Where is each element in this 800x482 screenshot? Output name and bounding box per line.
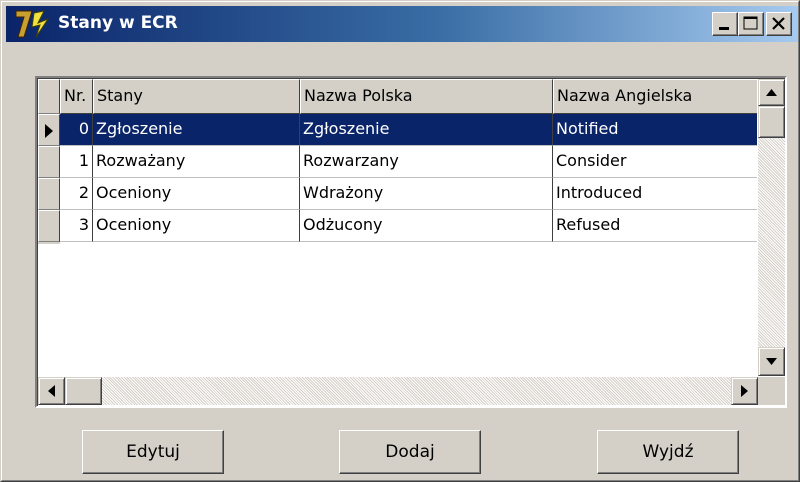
cell-nr[interactable]: 2 [60, 178, 93, 210]
row-indicator[interactable] [38, 210, 60, 242]
column-header-nazwa-angielska[interactable]: Nazwa Angielska [553, 79, 757, 114]
cell-stany[interactable]: Zgłoszenie [93, 114, 300, 146]
title-bar[interactable]: Stany w ECR [6, 6, 798, 42]
arrow-up-icon [766, 89, 777, 96]
cell-nazwa-angielska[interactable]: Refused [553, 210, 757, 242]
close-icon [772, 17, 785, 30]
indicator-header [38, 79, 60, 114]
maximize-button[interactable] [738, 12, 764, 36]
cell-nr[interactable]: 0 [60, 114, 93, 146]
column-header-nr[interactable]: Nr. [60, 79, 93, 114]
cell-nr[interactable]: 1 [60, 146, 93, 178]
cell-nazwa-polska[interactable]: Odżucony [300, 210, 553, 242]
scroll-up-button[interactable] [758, 79, 785, 106]
arrow-right-icon [741, 385, 748, 397]
cell-stany[interactable]: Rozważany [93, 146, 300, 178]
cell-nazwa-polska[interactable]: Wdrażony [300, 178, 553, 210]
scroll-left-button[interactable] [38, 377, 65, 405]
cell-nazwa-angielska[interactable]: Consider [553, 146, 757, 178]
cell-nazwa-angielska[interactable]: Notified [553, 114, 757, 146]
states-grid[interactable]: Nr. Stany Nazwa Polska Nazwa Angielska 0… [35, 76, 787, 408]
row-indicator[interactable] [38, 178, 60, 210]
exit-button[interactable]: Wyjdź [597, 430, 739, 474]
scroll-down-button[interactable] [758, 347, 785, 376]
arrow-down-icon [766, 358, 777, 365]
current-row-arrow-icon [45, 124, 53, 138]
window-frame: Stany w ECR Nr. Stany Nazwa Polska Nazwa… [1, 1, 799, 481]
cell-nazwa-polska[interactable]: Zgłoszenie [300, 114, 553, 146]
app-logo-icon [15, 10, 50, 38]
horizontal-scroll-thumb[interactable] [65, 377, 102, 405]
minimize-button[interactable] [712, 12, 738, 36]
cell-stany[interactable]: Oceniony [93, 210, 300, 242]
vertical-scroll-thumb[interactable] [758, 106, 785, 138]
dialog-window: Stany w ECR Nr. Stany Nazwa Polska Nazwa… [0, 0, 800, 482]
arrow-left-icon [48, 385, 55, 397]
close-button[interactable] [766, 12, 792, 36]
scroll-right-button[interactable] [731, 377, 758, 405]
maximize-icon [743, 16, 758, 30]
row-indicator[interactable] [38, 114, 60, 146]
scrollbar-corner [758, 377, 785, 405]
add-button[interactable]: Dodaj [339, 430, 481, 474]
column-header-nazwa-polska[interactable]: Nazwa Polska [300, 79, 553, 114]
cell-stany[interactable]: Oceniony [93, 178, 300, 210]
vertical-scrollbar[interactable] [758, 79, 785, 376]
row-indicator-column [38, 79, 60, 244]
window-title: Stany w ECR [58, 13, 178, 33]
cell-nazwa-polska[interactable]: Rozwarzany [300, 146, 553, 178]
cell-nazwa-angielska[interactable]: Introduced [553, 178, 757, 210]
minimize-icon [719, 27, 729, 30]
column-header-stany[interactable]: Stany [93, 79, 300, 114]
horizontal-scrollbar[interactable] [38, 377, 758, 405]
cell-nr[interactable]: 3 [60, 210, 93, 242]
row-indicator[interactable] [38, 146, 60, 178]
edit-button[interactable]: Edytuj [82, 430, 224, 474]
grid-body: Nr. Stany Nazwa Polska Nazwa Angielska 0… [38, 79, 757, 376]
